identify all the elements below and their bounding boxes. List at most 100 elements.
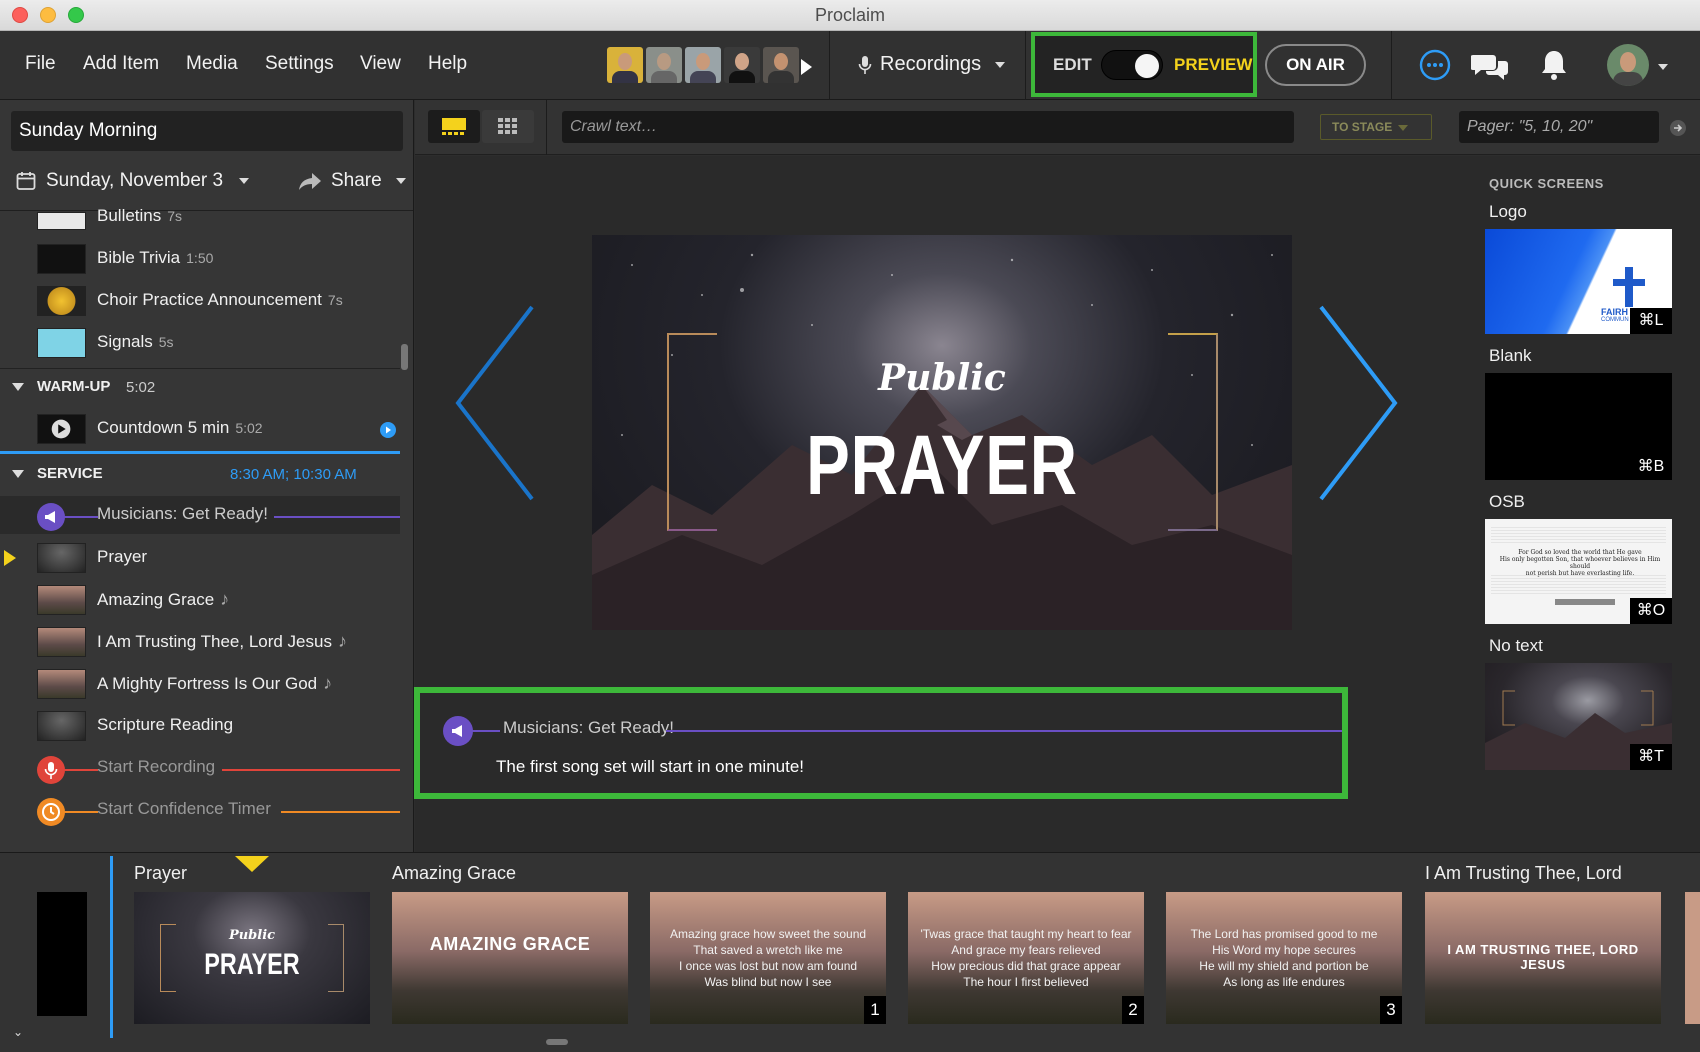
menu-media[interactable]: Media — [186, 53, 238, 75]
item-title: Bulletins 7s — [97, 206, 183, 225]
black-slide-thumbnail[interactable] — [37, 892, 87, 1016]
chevron-down-icon — [239, 178, 250, 184]
list-item[interactable]: Scripture Reading — [0, 707, 400, 745]
quick-screen-blank[interactable]: ⌘B — [1485, 373, 1672, 480]
list-item[interactable]: Prayer — [0, 539, 400, 577]
list-item[interactable]: Bible Trivia 1:50 — [0, 240, 400, 278]
shortcut-key: ⌘T — [1630, 744, 1672, 770]
avatars-more-arrow-icon[interactable] — [801, 59, 812, 75]
slide-thumbnail[interactable]: I AM TRUSTING THEE, LORD JESUS — [1425, 892, 1661, 1024]
single-view-button[interactable] — [428, 110, 480, 143]
share-button[interactable]: Share — [297, 170, 406, 192]
plan-date-dropdown[interactable]: Sunday, November 3 — [16, 170, 250, 192]
menu-settings[interactable]: Settings — [265, 53, 334, 75]
on-air-button[interactable]: ON AIR — [1265, 44, 1366, 86]
previous-slide-chevron-icon[interactable] — [455, 305, 535, 501]
cue-title: Musicians: Get Ready! — [97, 504, 269, 523]
notifications-bell-icon[interactable] — [1540, 48, 1568, 82]
item-title: Amazing Grace ♪ — [97, 589, 230, 609]
slide-thumbnail[interactable]: 'Twas grace that taught my heart to fear… — [908, 892, 1144, 1024]
section-time[interactable]: 8:30 AM; 10:30 AM — [230, 466, 357, 483]
chevron-down-icon[interactable] — [1658, 64, 1668, 70]
more-options-icon[interactable] — [1419, 49, 1451, 81]
divider — [1025, 31, 1026, 100]
list-item[interactable]: I Am Trusting Thee, Lord Jesus ♪ — [0, 623, 400, 661]
scrollbar[interactable] — [401, 344, 408, 370]
slide-thumbnail-partial[interactable] — [1685, 892, 1700, 1024]
list-item[interactable]: Signals 5s — [0, 324, 400, 362]
next-slide-chevron-icon[interactable] — [1318, 305, 1398, 501]
service-plan-panel: Sunday Morning Sunday, November 3 Share … — [0, 100, 414, 852]
list-item[interactable]: Bulletins 7s — [0, 198, 400, 236]
cue-item-confidence-timer[interactable]: Start Confidence Timer — [0, 791, 400, 829]
live-position-line — [0, 451, 400, 454]
crawl-text-input[interactable]: Crawl text… — [562, 111, 1294, 143]
slide-strip: Prayer Amazing Grace I Am Trusting Thee,… — [0, 852, 1700, 1052]
item-thumbnail — [37, 627, 86, 657]
slide-subtitle: Public — [228, 928, 276, 943]
cue-message: The first song set will start in one min… — [496, 757, 805, 776]
quick-screen-logo[interactable]: FAIRH COMMUN ⌘L — [1485, 229, 1672, 334]
pager-input[interactable]: Pager: "5, 10, 20" — [1459, 111, 1659, 143]
slide-lyrics: Amazing grace how sweet the sound That s… — [669, 927, 867, 989]
window-title: Proclaim — [814, 5, 885, 25]
menu-add-item[interactable]: Add Item — [83, 53, 159, 75]
current-slide-preview[interactable]: Public PRAYER — [592, 235, 1292, 630]
item-title: Scripture Reading — [97, 715, 234, 734]
cue-line — [64, 811, 98, 813]
edit-label[interactable]: EDIT — [1053, 55, 1092, 75]
slide-lyrics: 'Twas grace that taught my heart to fear… — [920, 927, 1132, 989]
slide-lyrics: The Lord has promised good to me His Wor… — [1190, 927, 1378, 989]
slide-title: PRAYER — [806, 418, 1078, 512]
team-avatars[interactable] — [607, 47, 799, 83]
grid-icon — [498, 118, 517, 134]
quick-screen-osb[interactable]: For God so loved the world that He gave H… — [1485, 519, 1672, 624]
list-item[interactable]: Amazing Grace ♪ — [0, 581, 400, 619]
avatar[interactable] — [646, 47, 682, 83]
avatar[interactable] — [685, 47, 721, 83]
logo-text: FAIRH — [1601, 307, 1628, 317]
grid-view-button[interactable] — [482, 110, 534, 143]
send-arrow-icon[interactable] — [1669, 119, 1687, 137]
recordings-dropdown[interactable]: Recordings — [858, 53, 1006, 76]
resize-handle[interactable] — [546, 1039, 568, 1045]
strip-item-label: Amazing Grace — [392, 863, 517, 883]
menu-view[interactable]: View — [360, 53, 401, 75]
item-title: A Mighty Fortress Is Our God ♪ — [97, 673, 333, 693]
avatar[interactable] — [763, 47, 799, 83]
avatar[interactable] — [724, 47, 760, 83]
preview-label[interactable]: PREVIEW — [1174, 55, 1252, 75]
list-item[interactable]: A Mighty Fortress Is Our God ♪ — [0, 665, 400, 703]
logo-subtext: COMMUN — [1601, 317, 1629, 323]
quick-screens-panel: QUICK SCREENS Logo FAIRH COMMUN ⌘L Blank… — [1480, 156, 1700, 852]
share-arrow-icon — [299, 173, 321, 190]
section-service[interactable]: SERVICE 8:30 AM; 10:30 AM — [0, 456, 400, 492]
slide-thumbnail[interactable]: The Lord has promised good to me His Wor… — [1166, 892, 1402, 1024]
cue-item-musicians[interactable]: Musicians: Get Ready! — [0, 496, 400, 534]
user-avatar[interactable] — [1607, 44, 1649, 86]
to-stage-button[interactable]: TO STAGE — [1320, 114, 1432, 140]
menu-help[interactable]: Help — [428, 53, 467, 75]
chat-icon[interactable] — [1471, 51, 1509, 81]
collapse-triangle-icon[interactable] — [12, 470, 24, 478]
list-item[interactable]: Choir Practice Announcement 7s — [0, 282, 400, 320]
menu-file[interactable]: File — [25, 53, 56, 75]
edit-preview-switch[interactable]: EDIT PREVIEW — [1031, 32, 1257, 97]
plan-name-field[interactable]: Sunday Morning — [11, 111, 403, 151]
slide-thumbnail[interactable]: Amazing grace how sweet the sound That s… — [650, 892, 886, 1024]
scroll-down-arrow-icon[interactable]: ⌄ — [13, 1025, 23, 1039]
slide-thumbnail[interactable]: AMAZING GRACE — [392, 892, 628, 1024]
cue-line — [222, 769, 400, 771]
chevron-down-icon — [395, 178, 406, 184]
cue-item-start-recording[interactable]: Start Recording — [0, 749, 400, 787]
osb-scripture-text: For God so loved the world that He gave H… — [1499, 549, 1661, 577]
play-status-icon[interactable] — [380, 422, 396, 438]
slide-thumbnail[interactable]: Public PRAYER — [134, 892, 370, 1024]
collapse-triangle-icon[interactable] — [12, 383, 24, 391]
mode-toggle[interactable] — [1101, 50, 1163, 80]
section-warm-up[interactable]: WARM-UP 5:02 — [0, 368, 400, 404]
avatar[interactable] — [607, 47, 643, 83]
strip-item-label: I Am Trusting Thee, Lord — [1425, 863, 1622, 883]
list-item[interactable]: Countdown 5 min 5:02 — [0, 410, 400, 448]
quick-screen-no-text[interactable]: ⌘T — [1485, 663, 1672, 770]
